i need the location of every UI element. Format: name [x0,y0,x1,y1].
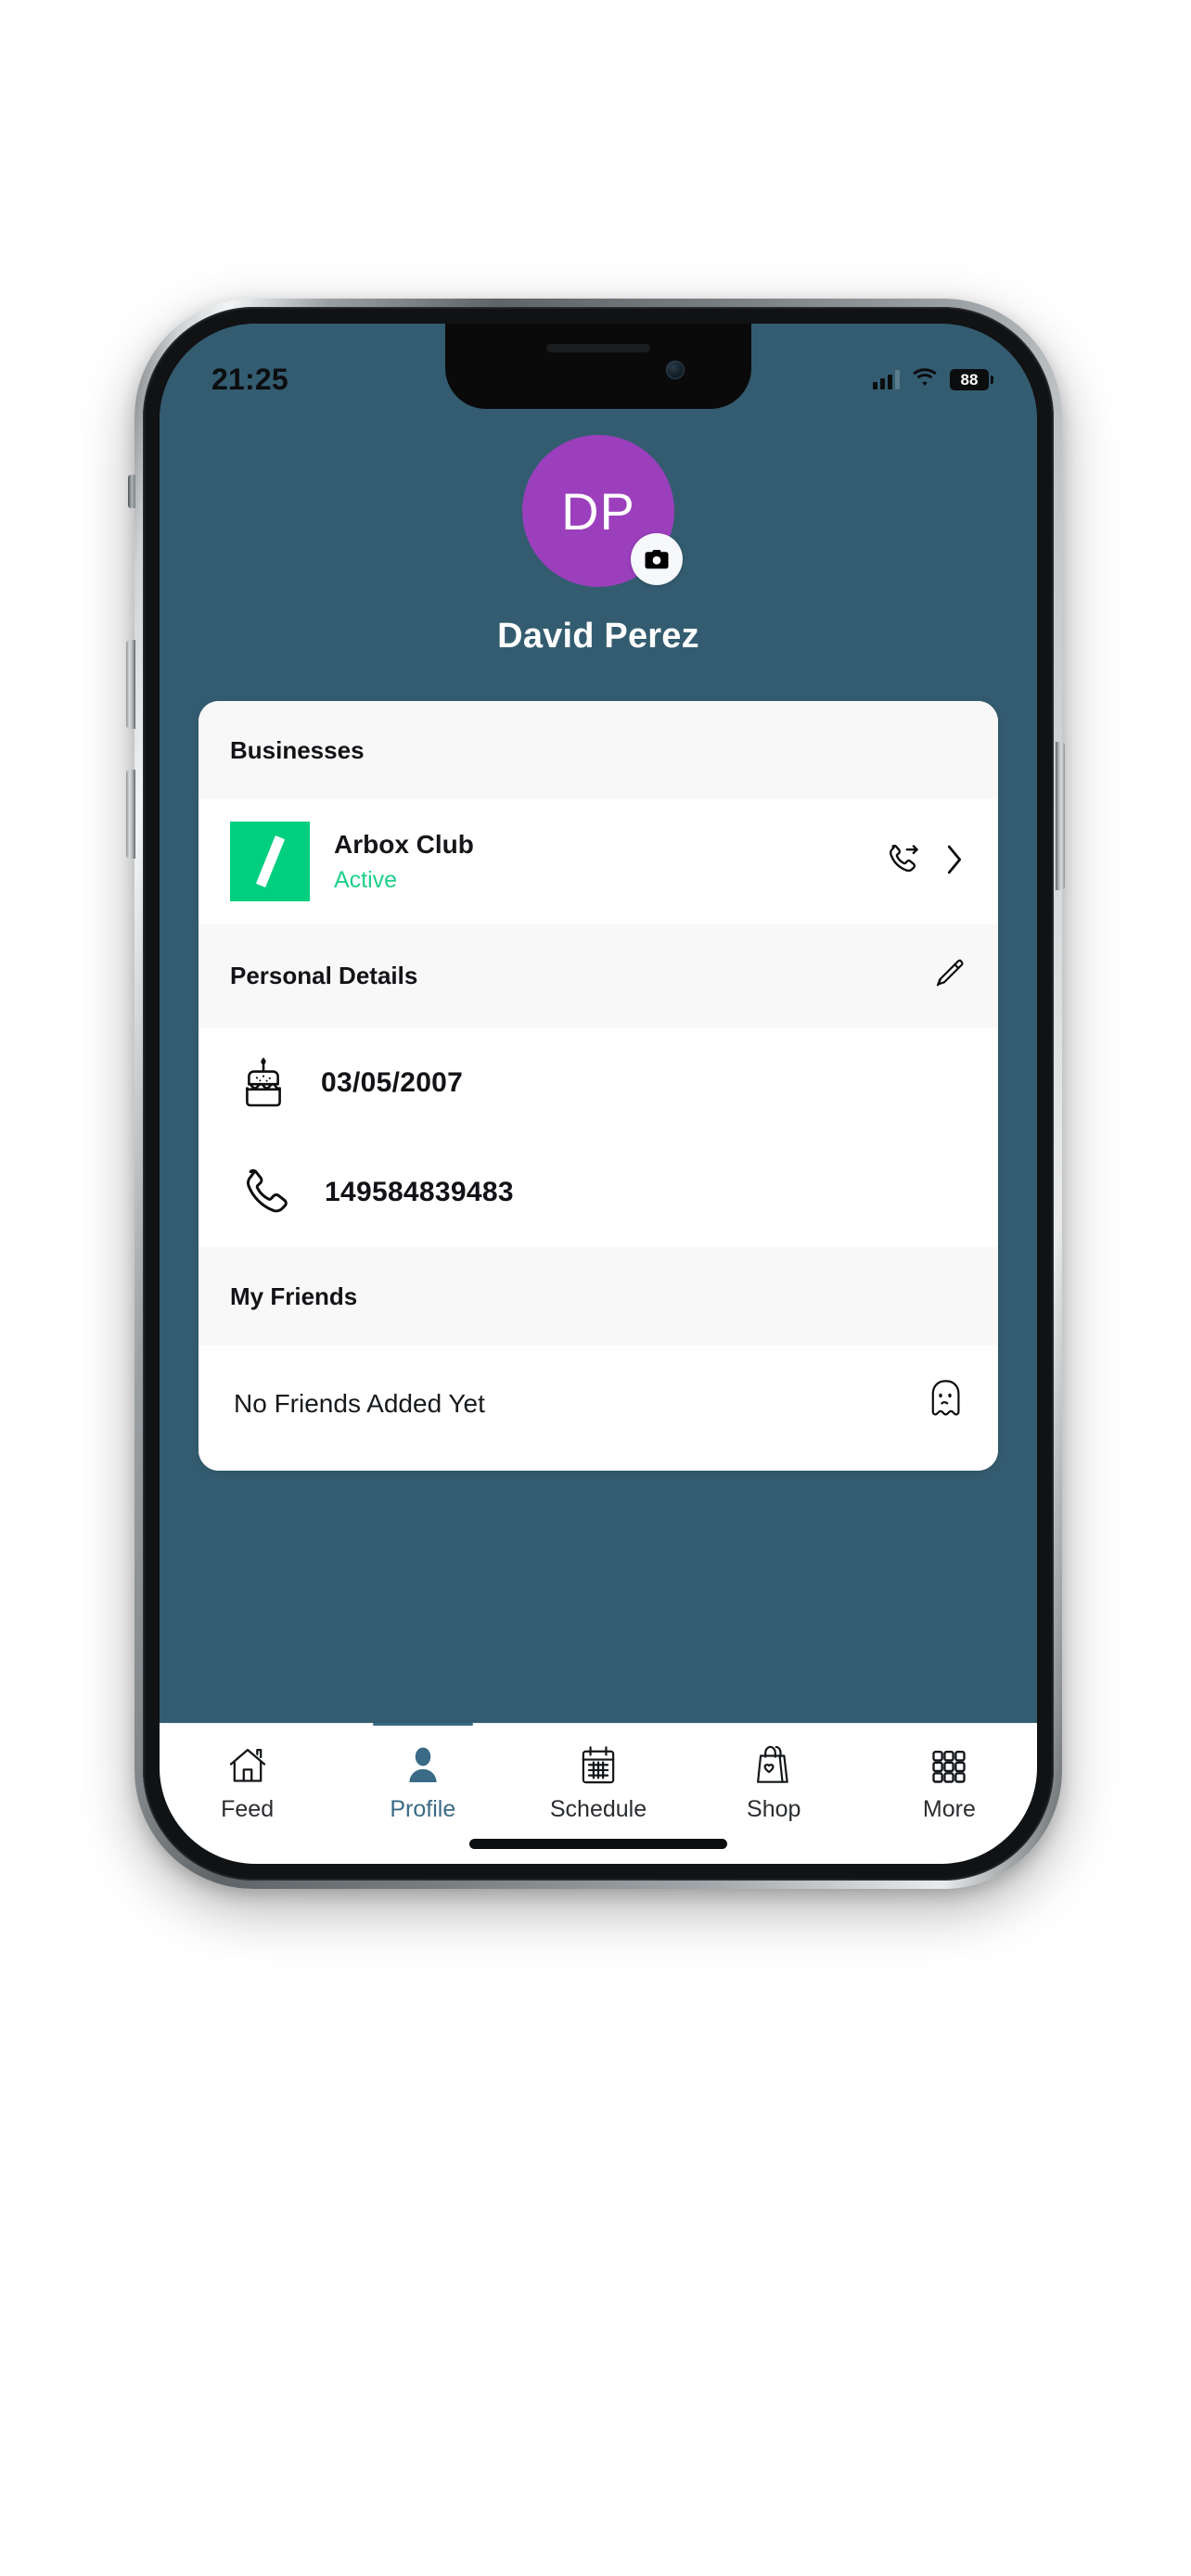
my-friends-title: My Friends [230,1282,358,1310]
front-camera-icon [666,361,685,379]
business-logo-slash [255,835,285,888]
birthday-value: 03/05/2007 [321,1067,464,1098]
tab-label: Shop [747,1796,801,1822]
phone-value: 149584839483 [325,1177,514,1207]
tab-feed[interactable]: Feed [160,1742,335,1823]
mute-switch-button[interactable] [128,475,135,508]
tab-label: Schedule [549,1796,647,1822]
battery-level: 88 [960,370,979,389]
home-indicator[interactable] [469,1839,727,1849]
notch [445,324,751,409]
business-row-actions [883,839,967,885]
bottom-tab-bar: Feed Profile Schedule Shop More [160,1723,1037,1864]
tab-profile[interactable]: Profile [335,1723,510,1823]
wifi-icon [911,367,939,392]
tab-more[interactable]: More [862,1742,1037,1823]
friends-empty-state: No Friends Added Yet [198,1345,998,1471]
business-name: Arbox Club [334,829,474,859]
tab-shop[interactable]: Shop [686,1742,862,1823]
volume-up-button[interactable] [126,640,135,729]
ghost-icon [924,1377,967,1430]
earpiece-speaker [546,344,650,352]
tab-label: Profile [390,1796,456,1822]
profile-content: DP David Perez Businesses Arbox Club Act… [160,324,1037,1723]
friends-empty-text: No Friends Added Yet [234,1388,485,1418]
business-logo-icon [230,822,310,901]
grid-menu-icon [928,1742,969,1787]
detail-row: 03/05/2007 [198,1028,998,1138]
tab-label: Feed [221,1796,275,1822]
power-button[interactable] [1056,742,1065,890]
phone-screen: DP David Perez Businesses Arbox Club Act… [160,324,1037,1864]
personal-details-title: Personal Details [230,962,418,989]
calendar-icon [578,1742,619,1787]
pencil-edit-icon[interactable] [929,955,967,997]
phone-icon [239,1165,291,1221]
status-bar-indicators: 88 [873,367,993,392]
cellular-signal-icon [873,369,900,389]
shopping-bag-heart-icon [753,1742,794,1787]
person-icon [402,1742,444,1787]
screenshot-stage: DP David Perez Businesses Arbox Club Act… [0,0,1191,2576]
chevron-right-icon[interactable] [942,843,967,881]
personal-details-section-header: Personal Details [198,924,998,1028]
camera-icon[interactable] [631,533,683,585]
businesses-title: Businesses [230,735,365,764]
home-icon [226,1742,269,1787]
businesses-section-header: Businesses [198,701,998,799]
page-title: David Perez [497,617,699,656]
avatar-initials: DP [561,481,635,541]
volume-down-button[interactable] [126,770,135,859]
phone-forward-icon[interactable] [883,839,924,885]
avatar[interactable]: DP [522,435,683,587]
profile-screen: DP David Perez Businesses Arbox Club Act… [160,324,1037,1864]
business-info: Arbox Club Active [334,830,859,894]
tab-label: More [922,1796,976,1822]
profile-card: Businesses Arbox Club Active Personal De… [198,701,998,1471]
business-row[interactable]: Arbox Club Active [198,799,998,924]
status-bar-time: 21:25 [211,362,288,396]
my-friends-section-header: My Friends [198,1247,998,1345]
tab-schedule[interactable]: Schedule [510,1742,685,1823]
active-tab-indicator [372,1723,473,1726]
battery-icon: 88 [950,368,993,390]
detail-row: 149584839483 [198,1138,998,1247]
birthday-cake-icon [239,1053,288,1114]
status-badge: Active [334,866,398,893]
